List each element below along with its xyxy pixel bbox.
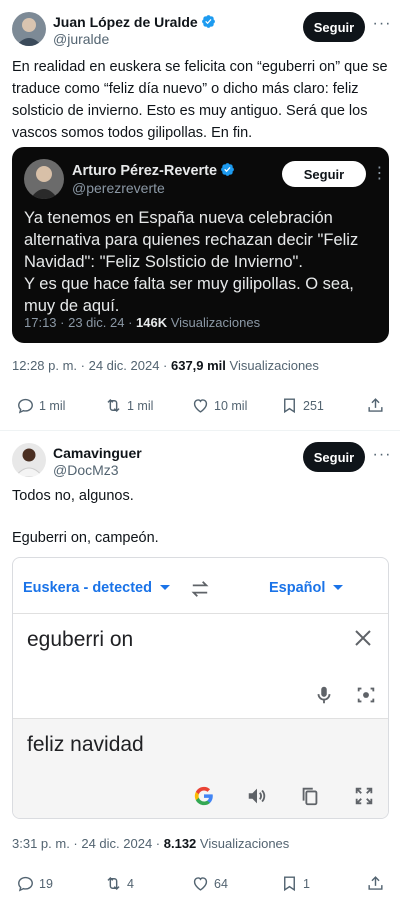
author-handle[interactable]: @perezreverte: [72, 180, 165, 196]
tweet-actions: 19 4 64 1: [0, 874, 400, 898]
verified-badge-icon: [221, 163, 234, 176]
heart-icon: [193, 399, 208, 413]
like-button[interactable]: 10 mil: [191, 396, 247, 415]
tweet-actions: 1 mil 1 mil 10 mil 251: [0, 396, 400, 420]
author-handle[interactable]: @DocMz3: [53, 462, 119, 478]
language-bar: Euskera - detected Español: [13, 558, 388, 614]
tweet-text-line-1: Todos no, algunos.: [12, 488, 134, 504]
share-button[interactable]: [366, 396, 389, 415]
speaker-icon[interactable]: [246, 785, 268, 807]
target-language-select[interactable]: Español: [269, 580, 344, 596]
follow-button[interactable]: Seguir: [303, 12, 365, 42]
tweet-text-line-2: Eguberri on, campeón.: [12, 530, 159, 546]
source-language-select[interactable]: Euskera - detected: [23, 580, 170, 596]
microphone-icon[interactable]: [313, 684, 335, 706]
camera-icon[interactable]: [355, 684, 377, 706]
share-icon: [368, 398, 383, 412]
reply-icon: [18, 398, 33, 414]
expand-icon[interactable]: [353, 785, 375, 807]
tweet-meta: 3:31 p. m. · 24 dic. 2024 · 8.132 Visual…: [12, 836, 290, 851]
share-icon: [368, 876, 383, 890]
bookmark-icon: [284, 876, 295, 892]
more-options-icon[interactable]: ⋮: [370, 166, 390, 187]
repost-button[interactable]: 4: [104, 874, 134, 893]
tweet-juralde: Juan López de Uralde @juralde Seguir ···…: [0, 0, 400, 430]
repost-icon: [107, 876, 120, 891]
verified-badge-icon: [201, 15, 215, 28]
follow-button[interactable]: Seguir: [282, 161, 366, 187]
share-button[interactable]: [366, 874, 389, 893]
quoted-tweet-meta: 17:13 · 23 dic. 24 · 146K Visualizacione…: [24, 315, 261, 330]
tweet-meta: 12:28 p. m. · 24 dic. 2024 · 637,9 mil V…: [12, 358, 319, 373]
quoted-tweet-text: Ya tenemos en España nueva celebración a…: [24, 209, 359, 315]
copy-icon[interactable]: [299, 785, 321, 807]
translated-text: feliz navidad: [27, 733, 144, 756]
author-name[interactable]: Arturo Pérez-Reverte: [72, 162, 235, 179]
source-text[interactable]: eguberri on: [27, 628, 133, 652]
reply-icon: [18, 876, 33, 892]
like-button[interactable]: 64: [191, 874, 228, 893]
repost-icon: [107, 398, 120, 413]
more-options-icon[interactable]: ···: [372, 16, 392, 37]
follow-button[interactable]: Seguir: [303, 442, 365, 472]
avatar[interactable]: [12, 12, 46, 46]
avatar[interactable]: [24, 159, 64, 199]
google-logo-icon[interactable]: [193, 785, 215, 807]
translation-output: feliz navidad: [13, 718, 388, 818]
attached-image-translate[interactable]: Euskera - detected Español eguberri on f…: [12, 557, 389, 819]
author-name[interactable]: Juan López de Uralde: [53, 14, 216, 30]
bookmark-button[interactable]: 251: [280, 396, 324, 415]
heart-icon: [193, 877, 208, 891]
reply-button[interactable]: 1 mil: [16, 396, 65, 415]
author-name[interactable]: Camavinguer: [53, 445, 142, 461]
quoted-tweet[interactable]: Arturo Pérez-Reverte @perezreverte Segui…: [12, 147, 389, 343]
more-options-icon[interactable]: ···: [372, 447, 392, 468]
repost-button[interactable]: 1 mil: [104, 396, 153, 415]
avatar[interactable]: [12, 443, 46, 477]
close-icon[interactable]: [353, 628, 373, 648]
tweet-text: En realidad en euskera se felicita con “…: [12, 59, 388, 141]
bookmark-icon: [284, 398, 295, 414]
swap-languages-icon[interactable]: [189, 580, 211, 598]
author-handle[interactable]: @juralde: [53, 31, 109, 47]
bookmark-button[interactable]: 1: [280, 874, 310, 893]
reply-button[interactable]: 19: [16, 874, 53, 893]
